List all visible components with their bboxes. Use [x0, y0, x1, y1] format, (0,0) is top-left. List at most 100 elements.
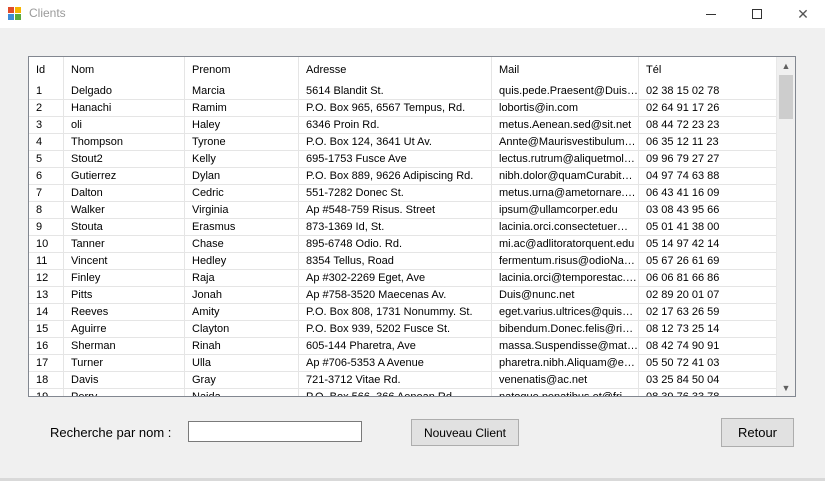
table-row[interactable]: 15 Aguirre Clayton P.O. Box 939, 5202 Fusce…: [29, 321, 777, 338]
table-cell[interactable]: Ap #548-759 Risus. Street: [299, 202, 492, 219]
table-cell[interactable]: 03 25 84 50 04: [639, 372, 777, 389]
table-cell[interactable]: lacinia.orci@temporestac.co.uk: [492, 270, 639, 287]
table-cell[interactable]: lacinia.orci.consectetuer@nec.ca: [492, 219, 639, 236]
close-button[interactable]: ✕: [780, 0, 825, 28]
table-cell[interactable]: Thompson: [64, 134, 185, 151]
table-cell[interactable]: 8354 Tellus, Road: [299, 253, 492, 270]
table-cell[interactable]: 721-3712 Vitae Rd.: [299, 372, 492, 389]
table-cell[interactable]: metus.Aenean.sed@sit.net: [492, 117, 639, 134]
table-cell[interactable]: 13: [29, 287, 64, 304]
table-cell[interactable]: eget.varius.ultrices@quisdiam.ca: [492, 304, 639, 321]
table-cell[interactable]: Gray: [185, 372, 299, 389]
table-cell[interactable]: P.O. Box 965, 6567 Tempus, Rd.: [299, 100, 492, 117]
table-row[interactable]: 6 Gutierrez Dylan P.O. Box 889, 9626 Adipis…: [29, 168, 777, 185]
table-cell[interactable]: 03 08 43 95 66: [639, 202, 777, 219]
table-row[interactable]: 1 Delgado Marcia 5614 Blandit St. quis.pede.…: [29, 83, 777, 100]
search-input[interactable]: [188, 421, 362, 442]
table-cell[interactable]: Stouta: [64, 219, 185, 236]
table-row[interactable]: 5 Stout2 Kelly 695-1753 Fusce Ave lectus.rut…: [29, 151, 777, 168]
table-cell[interactable]: Hedley: [185, 253, 299, 270]
table-row[interactable]: 16 Sherman Rinah 605-144 Pharetra, Ave massa…: [29, 338, 777, 355]
table-cell[interactable]: ipsum@ullamcorper.edu: [492, 202, 639, 219]
table-cell[interactable]: Davis: [64, 372, 185, 389]
column-header[interactable]: Tél: [639, 57, 777, 83]
table-cell[interactable]: Erasmus: [185, 219, 299, 236]
table-cell[interactable]: lectus.rutrum@aliquetmolestie.ca: [492, 151, 639, 168]
column-header[interactable]: Id: [29, 57, 64, 83]
table-cell[interactable]: Naida: [185, 389, 299, 396]
table-cell[interactable]: oli: [64, 117, 185, 134]
table-cell[interactable]: 6: [29, 168, 64, 185]
table-cell[interactable]: Perry: [64, 389, 185, 396]
table-cell[interactable]: Finley: [64, 270, 185, 287]
table-cell[interactable]: 09 96 79 27 27: [639, 151, 777, 168]
table-cell[interactable]: Jonah: [185, 287, 299, 304]
table-cell[interactable]: Chase: [185, 236, 299, 253]
table-cell[interactable]: massa.Suspendisse@mattis.edu: [492, 338, 639, 355]
back-button[interactable]: Retour: [721, 418, 794, 447]
table-cell[interactable]: lobortis@in.com: [492, 100, 639, 117]
table-row[interactable]: 11 Vincent Hedley 8354 Tellus, Road fermentu…: [29, 253, 777, 270]
table-cell[interactable]: natoque.penatibus.et@fringilla.ca: [492, 389, 639, 396]
table-cell[interactable]: 7: [29, 185, 64, 202]
table-cell[interactable]: 06 43 41 16 09: [639, 185, 777, 202]
table-cell[interactable]: 2: [29, 100, 64, 117]
table-cell[interactable]: 02 89 20 01 07: [639, 287, 777, 304]
table-row[interactable]: 3 oli Haley 6346 Proin Rd. metus.Aenean.sed@…: [29, 117, 777, 134]
table-cell[interactable]: Ulla: [185, 355, 299, 372]
table-cell[interactable]: 1: [29, 83, 64, 100]
table-cell[interactable]: 06 35 12 11 23: [639, 134, 777, 151]
table-cell[interactable]: mi.ac@adlitoratorquent.edu: [492, 236, 639, 253]
table-row[interactable]: 8 Walker Virginia Ap #548-759 Risus. Street…: [29, 202, 777, 219]
table-cell[interactable]: Dalton: [64, 185, 185, 202]
table-cell[interactable]: Marcia: [185, 83, 299, 100]
new-client-button[interactable]: Nouveau Client: [411, 419, 519, 446]
table-row[interactable]: 19PerryNaidaP.O. Box 566, 366 Aenean Rd.…: [29, 389, 777, 396]
column-header[interactable]: Prenom: [185, 57, 299, 83]
table-cell[interactable]: Walker: [64, 202, 185, 219]
scrollbar-thumb[interactable]: [779, 75, 793, 119]
table-cell[interactable]: Delgado: [64, 83, 185, 100]
table-cell[interactable]: Kelly: [185, 151, 299, 168]
table-cell[interactable]: Virginia: [185, 202, 299, 219]
scroll-up-icon[interactable]: ▲: [777, 57, 795, 74]
table-cell[interactable]: 05 01 41 38 00: [639, 219, 777, 236]
table-cell[interactable]: 873-1369 Id, St.: [299, 219, 492, 236]
table-cell[interactable]: P.O. Box 939, 5202 Fusce St.: [299, 321, 492, 338]
table-cell[interactable]: 19: [29, 389, 64, 396]
table-row[interactable]: 18 Davis Gray 721-3712 Vitae Rd. venenatis@a…: [29, 372, 777, 389]
table-row[interactable]: 17 Turner Ulla Ap #706-5353 A Avenue pharetr…: [29, 355, 777, 372]
table-cell[interactable]: Cedric: [185, 185, 299, 202]
table-cell[interactable]: 11: [29, 253, 64, 270]
table-cell[interactable]: Turner: [64, 355, 185, 372]
table-cell[interactable]: 5: [29, 151, 64, 168]
table-cell[interactable]: P.O. Box 566, 366 Aenean Rd.: [299, 389, 492, 396]
column-header[interactable]: Adresse: [299, 57, 492, 83]
table-cell[interactable]: 8: [29, 202, 64, 219]
table-cell[interactable]: fermentum.risus@odioNam.com: [492, 253, 639, 270]
table-cell[interactable]: 02 17 63 26 59: [639, 304, 777, 321]
table-row[interactable]: 10 Tanner Chase 895-6748 Odio. Rd. mi.ac@adl…: [29, 236, 777, 253]
table-cell[interactable]: 08 12 73 25 14: [639, 321, 777, 338]
table-cell[interactable]: 08 44 72 23 23: [639, 117, 777, 134]
column-header[interactable]: Nom: [64, 57, 185, 83]
table-cell[interactable]: 16: [29, 338, 64, 355]
maximize-button[interactable]: [734, 0, 780, 28]
table-cell[interactable]: Ap #706-5353 A Avenue: [299, 355, 492, 372]
table-cell[interactable]: 12: [29, 270, 64, 287]
table-cell[interactable]: Tanner: [64, 236, 185, 253]
table-cell[interactable]: 895-6748 Odio. Rd.: [299, 236, 492, 253]
table-cell[interactable]: 6346 Proin Rd.: [299, 117, 492, 134]
table-cell[interactable]: Pitts: [64, 287, 185, 304]
table-cell[interactable]: Clayton: [185, 321, 299, 338]
table-row[interactable]: 13 Pitts Jonah Ap #758-3520 Maecenas Av. Dui…: [29, 287, 777, 304]
table-row[interactable]: 7 Dalton Cedric 551-7282 Donec St. metus.urn…: [29, 185, 777, 202]
column-header[interactable]: Mail: [492, 57, 639, 83]
table-cell[interactable]: Reeves: [64, 304, 185, 321]
table-cell[interactable]: 06 06 81 66 86: [639, 270, 777, 287]
table-row[interactable]: 9 Stouta Erasmus 873-1369 Id, St. lacinia.or…: [29, 219, 777, 236]
table-cell[interactable]: 14: [29, 304, 64, 321]
table-row[interactable]: 14 Reeves Amity P.O. Box 808, 1731 Nonummy.…: [29, 304, 777, 321]
table-cell[interactable]: Tyrone: [185, 134, 299, 151]
table-cell[interactable]: quis.pede.Praesent@Duis.edu: [492, 83, 639, 100]
